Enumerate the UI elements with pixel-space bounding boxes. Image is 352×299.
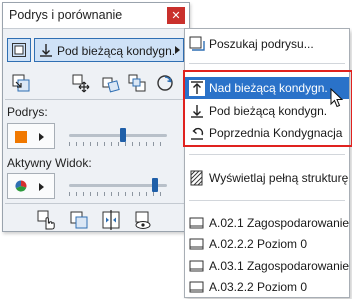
orange-swatch-icon <box>15 131 27 143</box>
active-view-intensity-slider[interactable] <box>69 173 167 199</box>
reset-reference-button[interactable] <box>155 73 175 93</box>
trace-toolbar <box>3 73 189 99</box>
reference-mode-select[interactable]: Pod bieżącą kondygn. <box>34 38 184 62</box>
submenu-arrow-icon <box>39 133 44 141</box>
find-trace-icon <box>189 36 205 51</box>
mouse-cursor-icon <box>330 88 344 108</box>
menu-item-label: A.02.1 Zagospodarowanie <box>209 216 350 230</box>
mirror-icon <box>128 74 146 92</box>
compare-overlap-button[interactable] <box>69 210 89 230</box>
trace-toggle-icon <box>12 43 26 57</box>
active-view-color-button[interactable] <box>7 173 55 199</box>
menu-item-view[interactable]: A.03.1 Zagospodarowanie <box>185 255 349 277</box>
switch-icon <box>12 74 30 92</box>
rotate-reference-icon <box>102 77 120 93</box>
reference-mode-label: Pod bieżącą kondygn. <box>57 44 176 58</box>
slider-ticks <box>69 142 167 146</box>
view-icon <box>189 217 204 229</box>
menu-item-view[interactable]: A.02.1 Zagospodarowanie <box>185 212 349 234</box>
move-icon <box>72 74 90 93</box>
submenu-arrow-icon <box>175 46 180 54</box>
menu-item-label: Wyświetlaj pełną strukturę <box>209 171 349 185</box>
compare-select-button[interactable] <box>37 210 57 230</box>
close-button[interactable]: ✕ <box>167 7 185 24</box>
compare-toolbar <box>3 208 189 232</box>
rotate-reference-button[interactable] <box>101 73 121 93</box>
compare-highlight-button[interactable] <box>133 210 153 230</box>
menu-item-label: Poszukaj podrysu... <box>209 37 314 51</box>
slider-thumb[interactable] <box>152 178 158 192</box>
slider-ticks <box>69 192 167 196</box>
highlight-box <box>183 70 352 147</box>
menu-item-label: A.03.2.2 Poziom 0 <box>209 280 308 294</box>
view-icon <box>189 238 204 250</box>
story-below-icon <box>40 44 52 57</box>
menu-item-find-trace[interactable]: Poszukaj podrysu... <box>185 33 349 55</box>
trace-color-button[interactable] <box>7 123 55 149</box>
overlap-icon <box>70 211 88 229</box>
divider <box>5 99 187 100</box>
divider <box>5 203 187 204</box>
menu-item-view[interactable]: A.02.2.2 Poziom 0 <box>185 233 349 255</box>
menu-item-full-structure[interactable]: Wyświetlaj pełną strukturę <box>185 167 349 189</box>
move-reference-button[interactable] <box>71 73 91 93</box>
palette-titlebar[interactable]: Podrys i porównanie ✕ <box>3 3 189 29</box>
menu-item-label: A.02.2.2 Poziom 0 <box>209 237 308 251</box>
trace-and-reference-palette: Podrys i porównanie ✕ Pod bieżącą kondyg… <box>2 2 190 232</box>
switch-reference-button[interactable] <box>11 73 31 93</box>
menu-item-label: A.03.1 Zagospodarowanie <box>209 259 350 273</box>
reference-mode-menu: Poszukaj podrysu... Nad bieżącą kondygn.… <box>184 28 350 298</box>
view-icon <box>189 281 204 293</box>
compare-split-button[interactable] <box>101 210 121 230</box>
menu-separator <box>189 154 345 155</box>
refresh-icon <box>157 75 173 91</box>
palette-title: Podrys i porównanie <box>9 8 123 22</box>
layers-eye-icon <box>135 211 151 229</box>
mirror-reference-button[interactable] <box>127 73 147 93</box>
active-view-section-label: Aktywny Widok: <box>7 156 92 170</box>
view-icon <box>189 260 204 272</box>
slider-track <box>69 134 167 137</box>
color-wheel-icon <box>15 180 27 192</box>
trace-section-label: Podrys: <box>7 105 48 119</box>
menu-item-view[interactable]: A.03.2.2 Poziom 0 <box>185 276 349 298</box>
hand-pointer-icon <box>37 210 55 230</box>
trace-toggle-button[interactable] <box>7 38 31 62</box>
menu-separator <box>189 200 345 201</box>
slider-thumb[interactable] <box>120 128 126 142</box>
trace-intensity-slider[interactable] <box>69 123 167 149</box>
split-compare-icon <box>102 210 120 230</box>
menu-separator <box>189 63 345 64</box>
submenu-arrow-icon <box>39 183 44 191</box>
full-structure-icon <box>190 170 203 186</box>
